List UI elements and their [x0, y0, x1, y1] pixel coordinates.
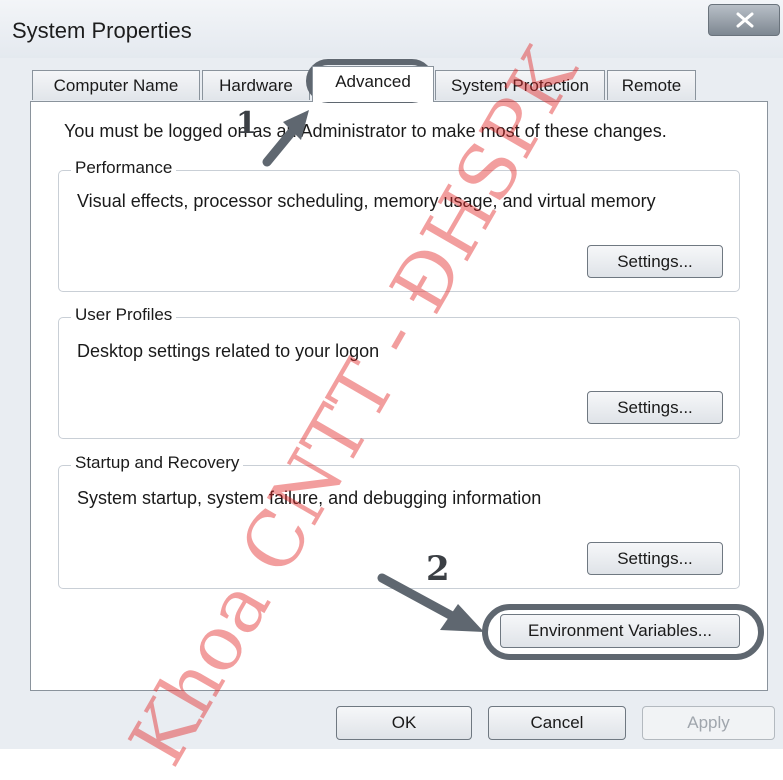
tab-system-protection[interactable]: System Protection: [435, 70, 605, 100]
close-icon: [736, 12, 754, 28]
startup-recovery-description: System startup, system failure, and debu…: [77, 488, 542, 508]
window-title: System Properties: [12, 18, 192, 43]
tab-computer-name[interactable]: Computer Name: [32, 70, 200, 100]
system-properties-window: System Properties Computer Name Hardware…: [0, 0, 783, 780]
user-profiles-settings-button[interactable]: Settings...: [587, 391, 723, 424]
performance-group-title: Performance: [71, 158, 177, 178]
title-bar: System Properties: [0, 0, 783, 58]
tab-remote[interactable]: Remote: [607, 70, 696, 100]
close-button[interactable]: [708, 4, 780, 36]
apply-button: Apply: [642, 706, 775, 740]
ok-button[interactable]: OK: [336, 706, 472, 740]
admin-note: You must be logged on as an Administrato…: [64, 121, 667, 141]
step-1-label: 1: [236, 106, 257, 141]
environment-variables-highlight: [482, 604, 764, 660]
performance-description: Visual effects, processor scheduling, me…: [77, 191, 656, 211]
user-profiles-group-title: User Profiles: [71, 305, 177, 325]
cancel-button[interactable]: Cancel: [488, 706, 626, 740]
performance-settings-button[interactable]: Settings...: [587, 245, 723, 278]
tab-hardware[interactable]: Hardware: [202, 70, 310, 100]
tab-advanced[interactable]: Advanced: [312, 66, 434, 102]
step-2-arrow-icon: [377, 573, 484, 632]
tab-strip: Computer Name Hardware Advanced System P…: [30, 66, 770, 102]
performance-group: Performance Visual effects, processor sc…: [58, 158, 740, 292]
startup-recovery-settings-button[interactable]: Settings...: [587, 542, 723, 575]
user-profiles-description: Desktop settings related to your logon: [77, 341, 380, 361]
startup-recovery-group-title: Startup and Recovery: [71, 453, 244, 473]
step-1-arrow-icon: [262, 110, 309, 167]
user-profiles-group: User Profiles Desktop settings related t…: [58, 305, 740, 439]
